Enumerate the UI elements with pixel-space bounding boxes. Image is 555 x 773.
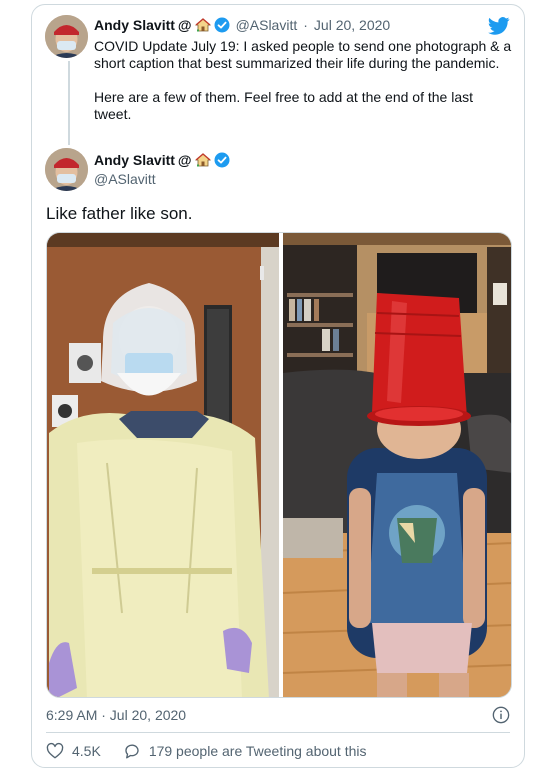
footer-divider [46, 732, 510, 733]
verified-badge-icon [214, 17, 230, 33]
tweet-body: COVID Update July 19: I asked people to … [94, 38, 514, 140]
tweet-timestamp[interactable]: 6:29 AM · Jul 20, 2020 [46, 707, 186, 723]
tweeting-action[interactable]: 179 people are Tweeting about this [123, 742, 367, 760]
tweet-date[interactable]: Jul 20, 2020 [314, 17, 390, 33]
left-photo[interactable] [47, 233, 279, 698]
quoted-author-name-suffix: @ [177, 152, 192, 168]
tweet-media[interactable] [46, 232, 512, 698]
author-avatar[interactable] [45, 15, 88, 58]
right-photo[interactable] [282, 233, 512, 698]
quoted-author-handle[interactable]: @ASlavitt [94, 171, 156, 187]
tweet-caption: Like father like son. [46, 204, 193, 223]
tweet-actions: 4.5K 179 people are Tweeting about this [46, 742, 367, 760]
quoted-author-name[interactable]: Andy Slavitt [94, 152, 175, 168]
author-row: Andy Slavitt @ @ASlavitt · Jul 20, 2020 [94, 17, 390, 33]
quoted-author-avatar[interactable] [45, 148, 88, 191]
twitter-bird-icon[interactable] [488, 17, 510, 35]
verified-badge-icon [214, 152, 230, 168]
tweet-text-paragraph-2: Here are a few of them. Feel free to add… [94, 89, 473, 122]
comment-icon[interactable] [123, 742, 141, 760]
media-image[interactable] [47, 233, 512, 698]
info-icon[interactable] [492, 706, 510, 724]
quoted-author-row: Andy Slavitt @ [94, 152, 230, 168]
thread-line [68, 61, 70, 145]
author-name[interactable]: Andy Slavitt [94, 17, 175, 33]
house-emoji-icon [194, 153, 211, 167]
tweet-text-paragraph-1: COVID Update July 19: I asked people to … [94, 38, 512, 71]
author-handle[interactable]: @ASlavitt [236, 17, 298, 33]
meta-separator: · [303, 17, 308, 33]
tweeting-count[interactable]: 179 people are Tweeting about this [149, 743, 367, 759]
like-action[interactable]: 4.5K [46, 742, 101, 760]
tweet-card[interactable]: Andy Slavitt @ @ASlavitt · Jul 20, 2020 … [31, 4, 525, 768]
author-name-suffix: @ [177, 17, 192, 33]
heart-icon[interactable] [46, 742, 64, 760]
likes-count[interactable]: 4.5K [72, 743, 101, 759]
house-emoji-icon [194, 18, 211, 32]
